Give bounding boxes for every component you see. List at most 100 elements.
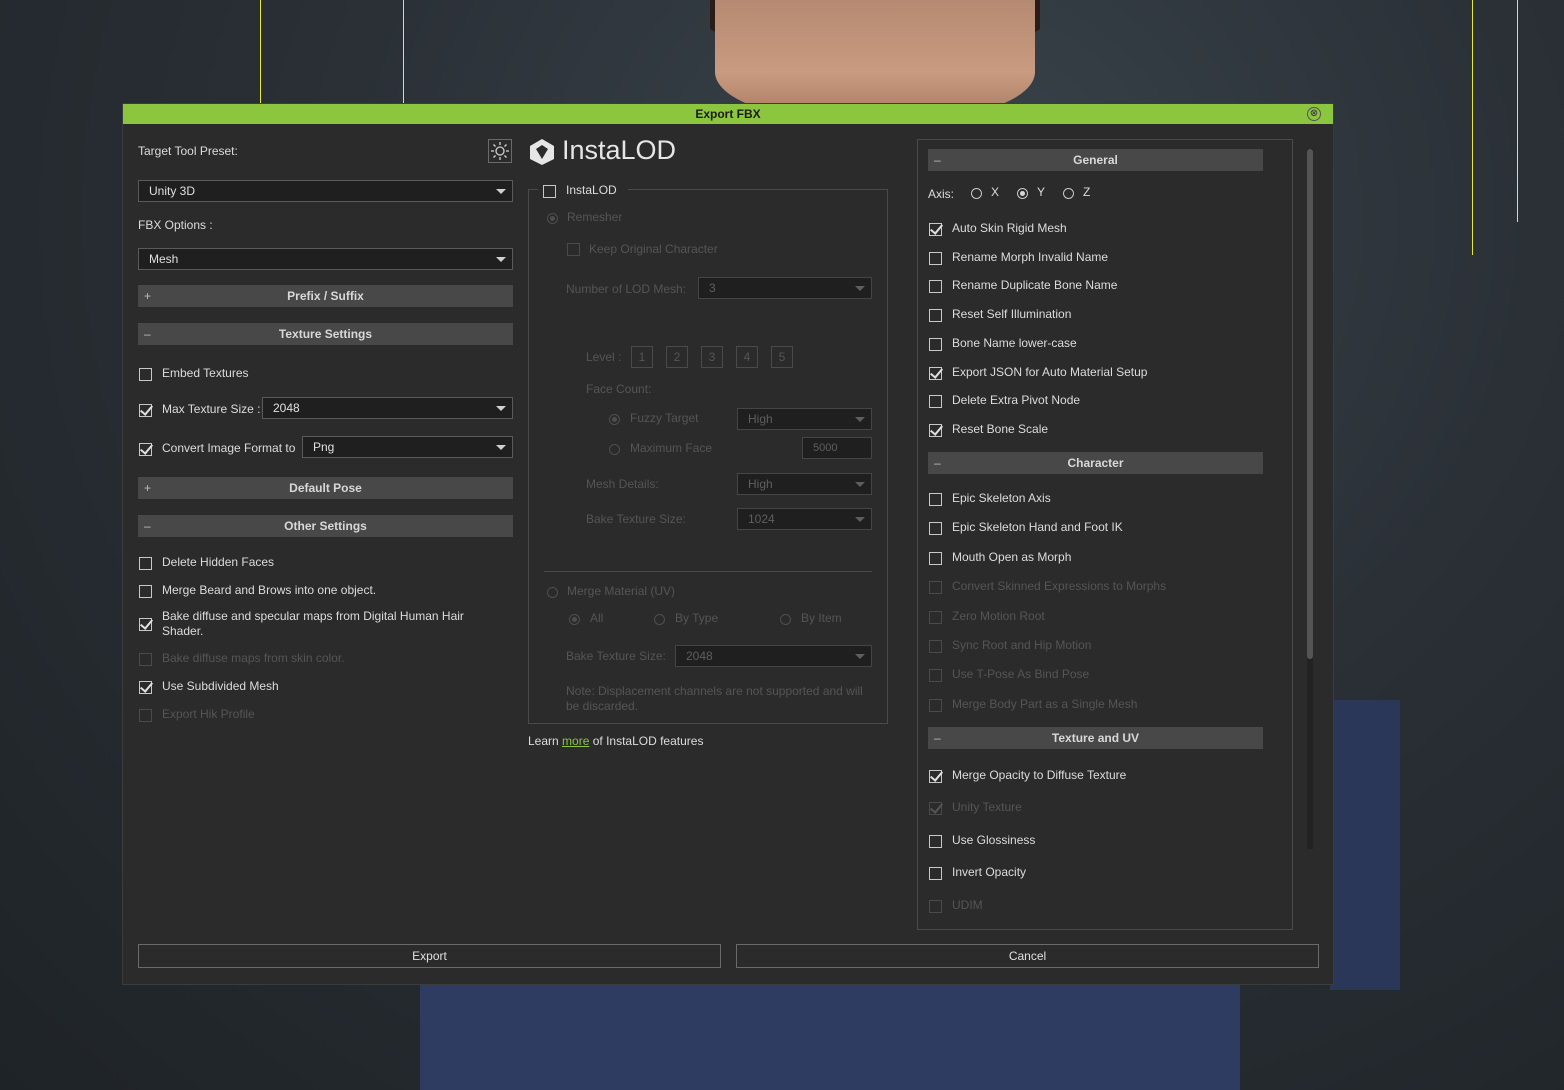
mesh-details-value: High xyxy=(748,477,773,491)
collapse-icon: – xyxy=(934,153,941,167)
fuzzy-target-select: High xyxy=(737,408,872,430)
bake-hair-shader-checkbox[interactable] xyxy=(139,618,152,631)
invert-opacity-checkbox[interactable] xyxy=(929,867,942,880)
section-title: Texture Settings xyxy=(278,327,373,341)
axis-y-radio[interactable] xyxy=(1017,188,1028,199)
epic-skeleton-hand-foot-ik-checkbox[interactable] xyxy=(929,522,942,535)
max-texture-size-label: Max Texture Size : xyxy=(162,402,261,416)
axis-x-radio[interactable] xyxy=(971,188,982,199)
viewport-guide-line xyxy=(403,0,404,103)
learn-more-link[interactable]: more xyxy=(562,734,589,748)
merge-opacity-diffuse-label: Merge Opacity to Diffuse Texture xyxy=(952,768,1127,782)
use-glossiness-label: Use Glossiness xyxy=(952,833,1036,847)
zero-motion-root-label: Zero Motion Root xyxy=(952,609,1045,623)
expand-icon: + xyxy=(144,289,152,303)
chevron-down-icon xyxy=(855,517,865,522)
mouth-open-as-morph-checkbox[interactable] xyxy=(929,552,942,565)
texture-uv-section[interactable]: – Texture and UV xyxy=(928,727,1263,749)
fbx-options-select[interactable]: Mesh xyxy=(138,248,513,270)
unity-texture-checkbox xyxy=(929,802,942,815)
export-json-label: Export JSON for Auto Material Setup xyxy=(952,365,1148,379)
delete-extra-pivot-node-label: Delete Extra Pivot Node xyxy=(952,393,1081,407)
general-section[interactable]: – General xyxy=(928,149,1263,171)
zero-motion-root-checkbox xyxy=(929,611,942,624)
export-button[interactable]: Export xyxy=(138,944,721,968)
preset-settings-button[interactable] xyxy=(488,139,512,163)
lod-mesh-count-value: 3 xyxy=(709,281,716,295)
auto-skin-rigid-mesh-checkbox[interactable] xyxy=(929,223,942,236)
embed-textures-label: Embed Textures xyxy=(162,366,249,380)
rename-duplicate-bone-name-label: Rename Duplicate Bone Name xyxy=(952,278,1118,292)
mesh-details-select: High xyxy=(737,473,872,495)
fuzzy-target-label: Fuzzy Target xyxy=(630,411,699,425)
lod-level-1-button: 1 xyxy=(631,346,653,368)
axis-y-label: Y xyxy=(1037,185,1046,199)
embed-textures-checkbox[interactable] xyxy=(139,368,152,381)
section-title: Character xyxy=(1067,456,1124,470)
target-tool-preset-select[interactable]: Unity 3D xyxy=(138,180,513,202)
lod-mesh-count-label: Number of LOD Mesh: xyxy=(566,282,687,296)
bake-texture-size-value: 1024 xyxy=(748,512,775,526)
maximum-face-radio xyxy=(609,444,620,455)
dialog-titlebar[interactable]: Export FBX ⊗ xyxy=(123,104,1333,124)
level-label: Level : xyxy=(586,350,622,364)
axis-z-radio[interactable] xyxy=(1063,188,1074,199)
merge-by-item-label: By Item xyxy=(801,611,842,625)
default-pose-section[interactable]: + Default Pose xyxy=(138,477,513,499)
chevron-down-icon xyxy=(855,286,865,291)
close-icon[interactable]: ⊗ xyxy=(1307,107,1321,121)
merge-opacity-diffuse-checkbox[interactable] xyxy=(929,770,942,783)
other-settings-section[interactable]: – Other Settings xyxy=(138,515,513,537)
reset-bone-scale-label: Reset Bone Scale xyxy=(952,422,1049,436)
epic-skeleton-axis-label: Epic Skeleton Axis xyxy=(952,491,1051,505)
max-texture-size-select[interactable]: 2048 xyxy=(262,397,513,419)
image-format-select[interactable]: Png xyxy=(302,436,513,458)
texture-settings-section[interactable]: – Texture Settings xyxy=(138,323,513,345)
dialog-title: Export FBX xyxy=(695,107,761,121)
scrollbar-thumb[interactable] xyxy=(1307,149,1313,659)
bone-name-lowercase-checkbox[interactable] xyxy=(929,338,942,351)
maximum-face-spinbox: 5000 xyxy=(802,437,872,459)
t-pose-bind-pose-checkbox xyxy=(929,669,942,682)
chevron-down-icon xyxy=(855,654,865,659)
chevron-down-icon xyxy=(496,445,506,450)
chevron-down-icon xyxy=(855,482,865,487)
merge-material-label: Merge Material (UV) xyxy=(567,584,676,598)
viewport-guide-line xyxy=(1472,0,1473,255)
max-texture-size-checkbox[interactable] xyxy=(139,404,152,417)
use-subdivided-mesh-checkbox[interactable] xyxy=(139,681,152,694)
auto-skin-rigid-mesh-label: Auto Skin Rigid Mesh xyxy=(952,221,1067,235)
merge-bake-texture-size-select: 2048 xyxy=(675,645,872,667)
sync-root-hip-motion-checkbox xyxy=(929,640,942,653)
t-pose-bind-pose-label: Use T-Pose As Bind Pose xyxy=(952,667,1090,681)
udim-checkbox xyxy=(929,900,942,913)
rename-duplicate-bone-name-checkbox[interactable] xyxy=(929,280,942,293)
character-section[interactable]: – Character xyxy=(928,452,1263,474)
chevron-down-icon xyxy=(496,189,506,194)
collapse-icon: – xyxy=(934,731,941,745)
rename-morph-invalid-name-checkbox[interactable] xyxy=(929,252,942,265)
collapse-icon: – xyxy=(144,327,151,341)
mouth-open-as-morph-label: Mouth Open as Morph xyxy=(952,550,1072,564)
cancel-button[interactable]: Cancel xyxy=(736,944,1319,968)
reset-bone-scale-checkbox[interactable] xyxy=(929,424,942,437)
sun-gear-icon xyxy=(491,142,509,160)
export-json-checkbox[interactable] xyxy=(929,367,942,380)
use-glossiness-checkbox[interactable] xyxy=(929,835,942,848)
options-scrollbar[interactable] xyxy=(1307,149,1313,849)
delete-hidden-faces-checkbox[interactable] xyxy=(139,557,152,570)
instalod-checkbox[interactable] xyxy=(543,185,556,198)
merge-all-radio xyxy=(569,614,580,625)
convert-image-format-label: Convert Image Format to xyxy=(162,441,296,455)
merge-beard-brows-checkbox[interactable] xyxy=(139,585,152,598)
epic-skeleton-axis-checkbox[interactable] xyxy=(929,493,942,506)
prefix-suffix-section[interactable]: + Prefix / Suffix xyxy=(138,285,513,307)
delete-extra-pivot-node-checkbox[interactable] xyxy=(929,395,942,408)
reset-self-illumination-checkbox[interactable] xyxy=(929,309,942,322)
fbx-options-value: Mesh xyxy=(149,252,179,266)
convert-image-format-checkbox[interactable] xyxy=(139,443,152,456)
delete-hidden-faces-label: Delete Hidden Faces xyxy=(162,555,275,569)
mesh-details-label: Mesh Details: xyxy=(586,477,659,491)
merge-by-item-radio xyxy=(780,614,791,625)
chevron-down-icon xyxy=(496,257,506,262)
